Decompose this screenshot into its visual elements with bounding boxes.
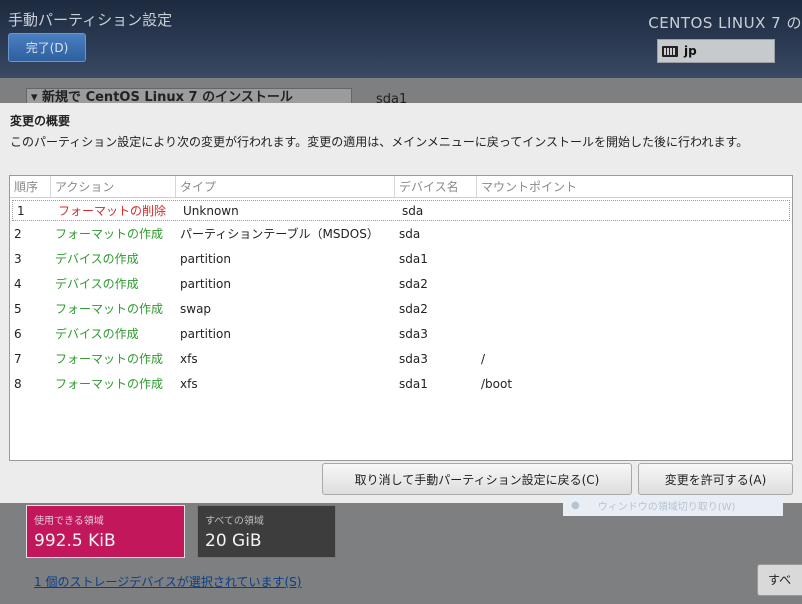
done-button[interactable]: 完了(D): [8, 33, 86, 62]
total-space-box: すべての領域 20 GiB: [197, 505, 336, 558]
column-header-type[interactable]: タイプ: [176, 176, 395, 197]
table-header: 順序 アクション タイプ デバイス名 マウントポイント: [10, 176, 792, 198]
table-row[interactable]: 3 デバイスの作成 partition sda1: [10, 246, 792, 271]
cell-order: 5: [14, 301, 22, 316]
cell-mountpoint: /boot: [481, 376, 513, 391]
cell-device: sda1: [399, 376, 428, 391]
cell-device: sda3: [399, 351, 428, 366]
dialog-description: このパーティション設定により次の変更が行われます。変更の適用は、メインメニューに…: [10, 135, 749, 149]
cell-device: sda2: [399, 301, 428, 316]
storage-devices-link[interactable]: 1 個のストレージデバイスが選択されています(S): [34, 573, 301, 590]
cell-action: フォーマットの作成: [55, 352, 164, 366]
cell-order: 6: [14, 326, 22, 341]
page-title: 手動パーティション設定: [8, 11, 173, 29]
cell-device: sda3: [399, 326, 428, 341]
table-row[interactable]: 4 デバイスの作成 partition sda2: [10, 271, 792, 296]
cell-device: sda: [402, 203, 424, 218]
cell-action: デバイスの作成: [55, 277, 139, 291]
cell-type: partition: [180, 276, 231, 291]
available-space-value: 992.5 KiB: [34, 531, 116, 551]
summary-of-changes-dialog: 変更の概要 このパーティション設定により次の変更が行われます。変更の適用は、メイ…: [0, 103, 802, 516]
cell-type: xfs: [180, 376, 198, 391]
cell-action: フォーマットの削除: [58, 204, 167, 218]
accept-changes-button[interactable]: 変更を許可する(A): [638, 463, 793, 495]
column-header-order[interactable]: 順序: [10, 176, 51, 197]
available-space-box: 使用できる領域 992.5 KiB: [26, 505, 185, 558]
cell-action: デバイスの作成: [55, 252, 139, 266]
faded-tooltip: ● ウィンドウの領域切り取り(W): [563, 494, 783, 516]
changes-table: 順序 アクション タイプ デバイス名 マウントポイント 1 フォーマットの削除 …: [9, 175, 793, 516]
column-header-device[interactable]: デバイス名: [395, 176, 477, 197]
cell-action: フォーマットの作成: [55, 227, 164, 241]
table-row[interactable]: 2 フォーマットの作成 パーティションテーブル（MSDOS） sda: [10, 221, 792, 246]
cell-action: フォーマットの作成: [55, 377, 164, 391]
top-header: 手動パーティション設定 完了(D) CENTOS LINUX 7 の jp: [0, 0, 802, 78]
cancel-return-button[interactable]: 取り消して手動パーティション設定に戻る(C): [322, 463, 632, 495]
keyboard-layout-indicator[interactable]: jp: [657, 39, 775, 63]
table-row[interactable]: 7 フォーマットの作成 xfs sda3 /: [10, 346, 792, 371]
cell-type: xfs: [180, 351, 198, 366]
total-space-value: 20 GiB: [205, 531, 262, 551]
table-row[interactable]: 1 フォーマットの削除 Unknown sda: [12, 200, 790, 221]
cell-type: swap: [180, 301, 212, 316]
cell-order: 3: [14, 251, 22, 266]
cell-mountpoint: /: [481, 351, 486, 366]
tooltip-dot-icon: ●: [571, 499, 580, 511]
column-header-action[interactable]: アクション: [51, 176, 176, 197]
table-row[interactable]: 5 フォーマットの作成 swap sda2: [10, 296, 792, 321]
cell-type: partition: [180, 326, 231, 341]
cell-action: フォーマットの作成: [55, 302, 164, 316]
reset-all-button[interactable]: すべ: [757, 564, 802, 596]
table-row[interactable]: 6 デバイスの作成 partition sda3: [10, 321, 792, 346]
cell-order: 2: [14, 226, 22, 241]
available-space-label: 使用できる領域: [34, 516, 104, 527]
cell-order: 4: [14, 276, 22, 291]
cell-order: 8: [14, 376, 22, 391]
table-row[interactable]: 8 フォーマットの作成 xfs sda1 /boot: [10, 371, 792, 396]
cell-device: sda: [399, 226, 421, 241]
column-header-mountpoint[interactable]: マウントポイント: [477, 176, 792, 197]
cell-device: sda1: [399, 251, 428, 266]
keyboard-icon: [662, 45, 678, 57]
cell-type: Unknown: [183, 203, 239, 218]
cell-order: 1: [17, 203, 25, 218]
tooltip-text: ウィンドウの領域切り取り(W): [597, 501, 736, 513]
total-space-label: すべての領域: [205, 516, 264, 527]
cell-device: sda2: [399, 276, 428, 291]
keyboard-layout-label: jp: [684, 44, 697, 58]
cell-type: partition: [180, 251, 231, 266]
cell-order: 7: [14, 351, 22, 366]
cell-type: パーティションテーブル（MSDOS）: [180, 227, 379, 241]
dialog-title: 変更の概要: [10, 114, 71, 128]
product-title: CENTOS LINUX 7 の: [648, 14, 802, 32]
cell-action: デバイスの作成: [55, 327, 139, 341]
